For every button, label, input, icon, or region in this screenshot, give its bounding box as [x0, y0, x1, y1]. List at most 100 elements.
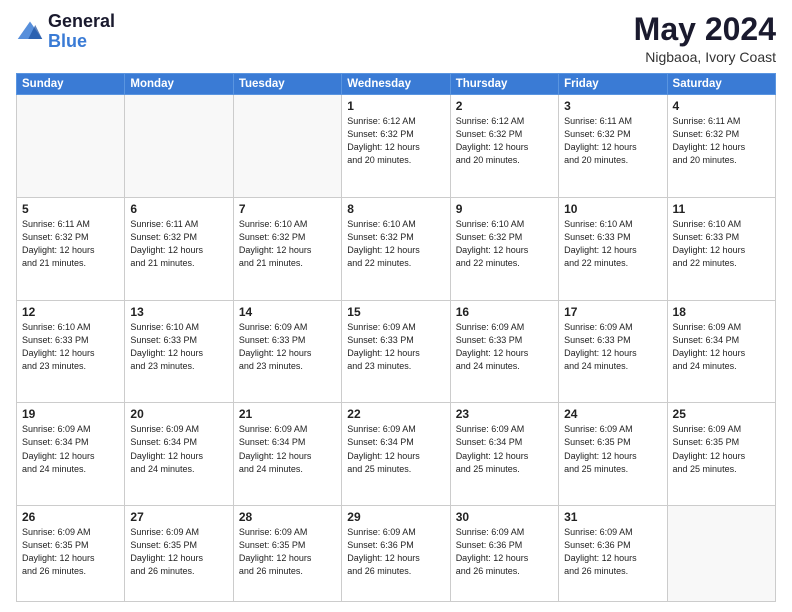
- day-number: 9: [456, 202, 553, 216]
- day-number: 31: [564, 510, 661, 524]
- day-info: Sunrise: 6:10 AM Sunset: 6:32 PM Dayligh…: [347, 218, 444, 270]
- day-number: 25: [673, 407, 770, 421]
- day-number: 13: [130, 305, 227, 319]
- calendar-day-cell: 10 Sunrise: 6:10 AM Sunset: 6:33 PM Dayli…: [559, 197, 667, 300]
- day-info: Sunrise: 6:09 AM Sunset: 6:35 PM Dayligh…: [239, 526, 336, 578]
- day-info: Sunrise: 6:09 AM Sunset: 6:34 PM Dayligh…: [456, 423, 553, 475]
- day-number: 24: [564, 407, 661, 421]
- calendar-day-cell: 30 Sunrise: 6:09 AM Sunset: 6:36 PM Dayli…: [450, 506, 558, 602]
- day-number: 1: [347, 99, 444, 113]
- day-number: 26: [22, 510, 119, 524]
- day-info: Sunrise: 6:09 AM Sunset: 6:36 PM Dayligh…: [456, 526, 553, 578]
- day-info: Sunrise: 6:09 AM Sunset: 6:33 PM Dayligh…: [564, 321, 661, 373]
- day-info: Sunrise: 6:11 AM Sunset: 6:32 PM Dayligh…: [130, 218, 227, 270]
- calendar-day-cell: [233, 95, 341, 198]
- logo-line2: Blue: [48, 32, 115, 52]
- day-info: Sunrise: 6:10 AM Sunset: 6:33 PM Dayligh…: [130, 321, 227, 373]
- day-info: Sunrise: 6:10 AM Sunset: 6:33 PM Dayligh…: [564, 218, 661, 270]
- page: General Blue May 2024 Nigbaoa, Ivory Coa…: [0, 0, 792, 612]
- calendar-day-cell: 25Sunrise: 6:09 AM Sunset: 6:35 PM Dayli…: [667, 403, 775, 506]
- logo: General Blue: [16, 12, 115, 52]
- day-info: Sunrise: 6:10 AM Sunset: 6:32 PM Dayligh…: [456, 218, 553, 270]
- day-info: Sunrise: 6:10 AM Sunset: 6:33 PM Dayligh…: [673, 218, 770, 270]
- calendar-day-cell: 26 Sunrise: 6:09 AM Sunset: 6:35 PM Dayli…: [17, 506, 125, 602]
- day-number: 16: [456, 305, 553, 319]
- weekday-header: Sunday: [17, 74, 125, 95]
- day-info: Sunrise: 6:09 AM Sunset: 6:36 PM Dayligh…: [564, 526, 661, 578]
- day-number: 20: [130, 407, 227, 421]
- title-block: May 2024 Nigbaoa, Ivory Coast: [634, 12, 776, 65]
- day-number: 4: [673, 99, 770, 113]
- logo-line1: General: [48, 12, 115, 32]
- calendar-day-cell: 29 Sunrise: 6:09 AM Sunset: 6:36 PM Dayli…: [342, 506, 450, 602]
- calendar-day-cell: 12Sunrise: 6:10 AM Sunset: 6:33 PM Dayli…: [17, 300, 125, 403]
- calendar-day-cell: 20Sunrise: 6:09 AM Sunset: 6:34 PM Dayli…: [125, 403, 233, 506]
- day-number: 17: [564, 305, 661, 319]
- calendar-day-cell: 21 Sunrise: 6:09 AM Sunset: 6:34 PM Dayli…: [233, 403, 341, 506]
- day-info: Sunrise: 6:10 AM Sunset: 6:32 PM Dayligh…: [239, 218, 336, 270]
- calendar-week-row: 19 Sunrise: 6:09 AM Sunset: 6:34 PM Dayli…: [17, 403, 776, 506]
- logo-icon: [16, 18, 44, 46]
- calendar-day-cell: 18Sunrise: 6:09 AM Sunset: 6:34 PM Dayli…: [667, 300, 775, 403]
- day-info: Sunrise: 6:11 AM Sunset: 6:32 PM Dayligh…: [22, 218, 119, 270]
- day-info: Sunrise: 6:10 AM Sunset: 6:33 PM Dayligh…: [22, 321, 119, 373]
- calendar-table: SundayMondayTuesdayWednesdayThursdayFrid…: [16, 73, 776, 602]
- calendar-day-cell: 9 Sunrise: 6:10 AM Sunset: 6:32 PM Daylig…: [450, 197, 558, 300]
- weekday-header: Tuesday: [233, 74, 341, 95]
- calendar-day-cell: 15 Sunrise: 6:09 AM Sunset: 6:33 PM Dayli…: [342, 300, 450, 403]
- day-number: 27: [130, 510, 227, 524]
- calendar-day-cell: 5 Sunrise: 6:11 AM Sunset: 6:32 PM Daylig…: [17, 197, 125, 300]
- day-info: Sunrise: 6:09 AM Sunset: 6:33 PM Dayligh…: [239, 321, 336, 373]
- calendar-day-cell: [667, 506, 775, 602]
- calendar-day-cell: 28 Sunrise: 6:09 AM Sunset: 6:35 PM Dayli…: [233, 506, 341, 602]
- day-number: 6: [130, 202, 227, 216]
- weekday-row: SundayMondayTuesdayWednesdayThursdayFrid…: [17, 74, 776, 95]
- calendar-day-cell: 8 Sunrise: 6:10 AM Sunset: 6:32 PM Daylig…: [342, 197, 450, 300]
- day-info: Sunrise: 6:09 AM Sunset: 6:34 PM Dayligh…: [239, 423, 336, 475]
- calendar-day-cell: 24Sunrise: 6:09 AM Sunset: 6:35 PM Dayli…: [559, 403, 667, 506]
- day-number: 7: [239, 202, 336, 216]
- day-number: 21: [239, 407, 336, 421]
- day-info: Sunrise: 6:12 AM Sunset: 6:32 PM Dayligh…: [456, 115, 553, 167]
- day-number: 29: [347, 510, 444, 524]
- calendar-day-cell: 3Sunrise: 6:11 AM Sunset: 6:32 PM Daylig…: [559, 95, 667, 198]
- calendar-day-cell: 22Sunrise: 6:09 AM Sunset: 6:34 PM Dayli…: [342, 403, 450, 506]
- day-number: 11: [673, 202, 770, 216]
- day-number: 30: [456, 510, 553, 524]
- calendar-day-cell: 4 Sunrise: 6:11 AM Sunset: 6:32 PM Daylig…: [667, 95, 775, 198]
- calendar-day-cell: 11 Sunrise: 6:10 AM Sunset: 6:33 PM Dayli…: [667, 197, 775, 300]
- calendar-day-cell: 17 Sunrise: 6:09 AM Sunset: 6:33 PM Dayli…: [559, 300, 667, 403]
- day-number: 5: [22, 202, 119, 216]
- calendar-day-cell: [17, 95, 125, 198]
- calendar-day-cell: 16Sunrise: 6:09 AM Sunset: 6:33 PM Dayli…: [450, 300, 558, 403]
- day-number: 15: [347, 305, 444, 319]
- weekday-header: Wednesday: [342, 74, 450, 95]
- day-info: Sunrise: 6:09 AM Sunset: 6:34 PM Dayligh…: [347, 423, 444, 475]
- day-number: 8: [347, 202, 444, 216]
- calendar-day-cell: 1Sunrise: 6:12 AM Sunset: 6:32 PM Daylig…: [342, 95, 450, 198]
- day-number: 28: [239, 510, 336, 524]
- weekday-header: Saturday: [667, 74, 775, 95]
- header: General Blue May 2024 Nigbaoa, Ivory Coa…: [16, 12, 776, 65]
- calendar-day-cell: 19Sunrise: 6:09 AM Sunset: 6:34 PM Dayli…: [17, 403, 125, 506]
- day-number: 19: [22, 407, 119, 421]
- day-info: Sunrise: 6:09 AM Sunset: 6:35 PM Dayligh…: [130, 526, 227, 578]
- calendar-day-cell: 27 Sunrise: 6:09 AM Sunset: 6:35 PM Dayli…: [125, 506, 233, 602]
- calendar-day-cell: 13 Sunrise: 6:10 AM Sunset: 6:33 PM Dayli…: [125, 300, 233, 403]
- day-info: Sunrise: 6:09 AM Sunset: 6:36 PM Dayligh…: [347, 526, 444, 578]
- day-number: 10: [564, 202, 661, 216]
- day-info: Sunrise: 6:11 AM Sunset: 6:32 PM Dayligh…: [673, 115, 770, 167]
- calendar-week-row: 1 Sunrise: 6:12 AM Sunset: 6:32 PM Daylig…: [17, 95, 776, 198]
- calendar-header: SundayMondayTuesdayWednesdayThursdayFrid…: [17, 74, 776, 95]
- calendar-day-cell: 6 Sunrise: 6:11 AM Sunset: 6:32 PM Daylig…: [125, 197, 233, 300]
- weekday-header: Thursday: [450, 74, 558, 95]
- day-info: Sunrise: 6:09 AM Sunset: 6:35 PM Dayligh…: [22, 526, 119, 578]
- day-info: Sunrise: 6:09 AM Sunset: 6:33 PM Dayligh…: [347, 321, 444, 373]
- day-number: 14: [239, 305, 336, 319]
- calendar-day-cell: 7 Sunrise: 6:10 AM Sunset: 6:32 PM Daylig…: [233, 197, 341, 300]
- calendar-subtitle: Nigbaoa, Ivory Coast: [634, 49, 776, 65]
- calendar-week-row: 26 Sunrise: 6:09 AM Sunset: 6:35 PM Dayli…: [17, 506, 776, 602]
- calendar-title: May 2024: [634, 12, 776, 47]
- calendar-day-cell: 23Sunrise: 6:09 AM Sunset: 6:34 PM Dayli…: [450, 403, 558, 506]
- day-number: 3: [564, 99, 661, 113]
